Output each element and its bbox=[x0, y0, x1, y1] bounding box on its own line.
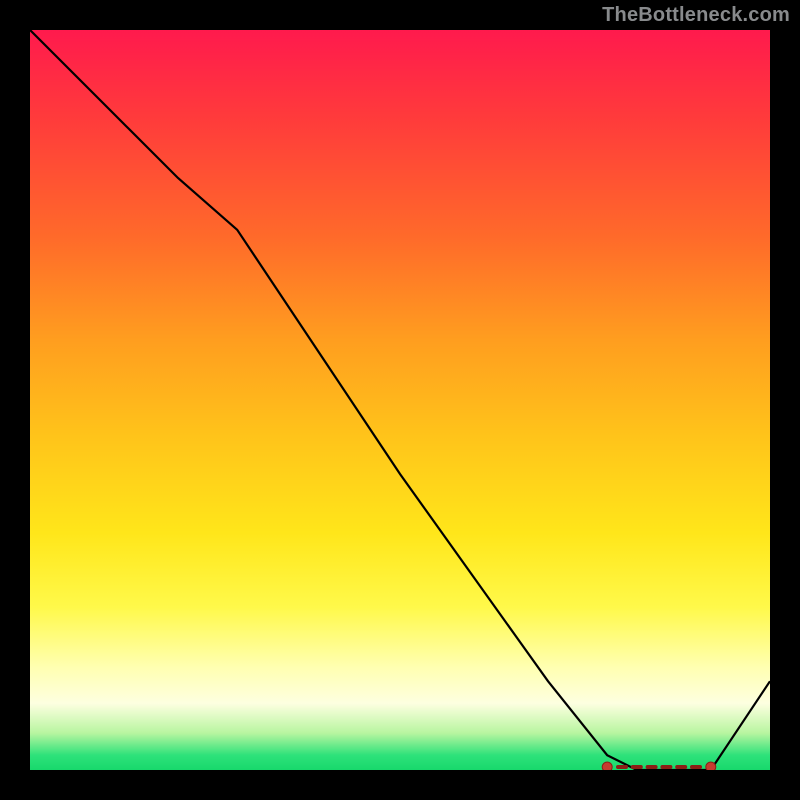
chart-frame: TheBottleneck.com bbox=[0, 0, 800, 800]
optimal-dot-left bbox=[602, 762, 612, 770]
bottleneck-curve bbox=[30, 30, 770, 770]
attribution-text: TheBottleneck.com bbox=[602, 4, 790, 27]
chart-overlay bbox=[30, 30, 770, 770]
optimal-range-markers bbox=[602, 762, 716, 770]
optimal-dot-right bbox=[706, 762, 716, 770]
plot-area bbox=[30, 30, 770, 770]
